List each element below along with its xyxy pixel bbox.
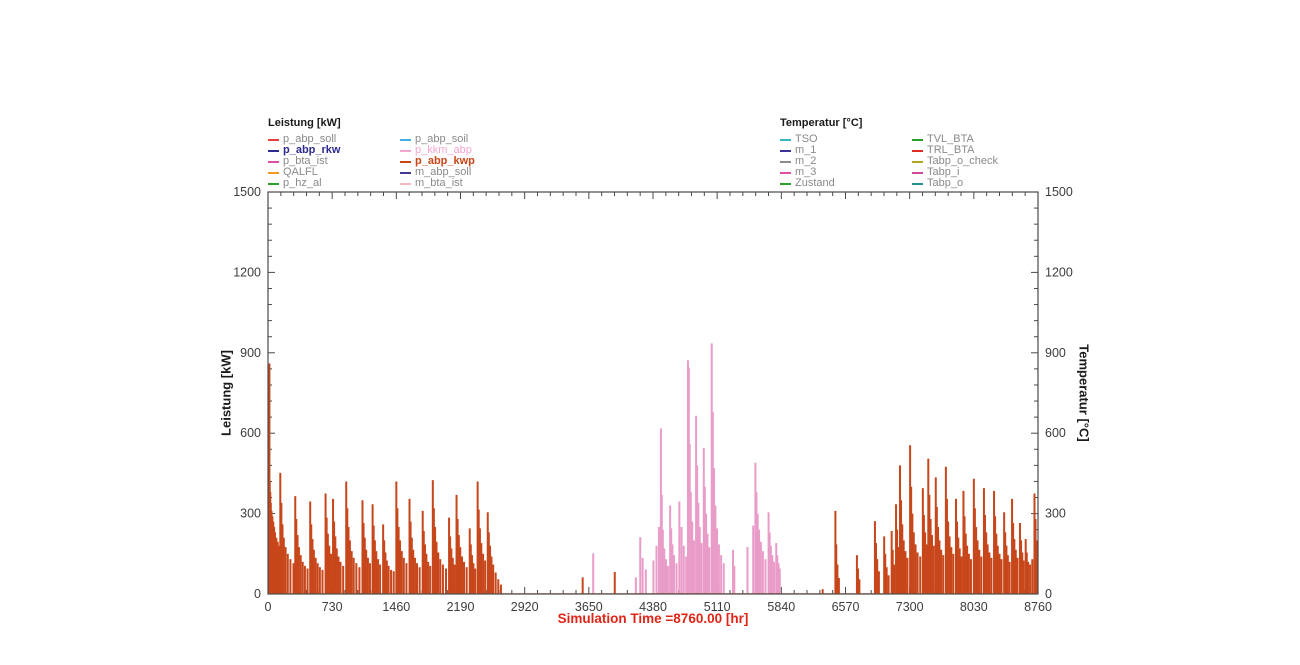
left-y-tick-label: 900 xyxy=(240,346,261,360)
right-y-tick-label: 1200 xyxy=(1045,265,1073,279)
series-group xyxy=(268,343,1038,594)
x-tick-label: 2190 xyxy=(447,600,475,614)
left-y-tick-label: 300 xyxy=(240,507,261,521)
x-tick-label: 7300 xyxy=(896,600,924,614)
right-y-tick-label: 1500 xyxy=(1045,185,1073,199)
right-y-tick-label: 900 xyxy=(1045,346,1066,360)
left-y-tick-label: 0 xyxy=(254,587,261,601)
right-y-tick-label: 0 xyxy=(1045,587,1052,601)
x-tick-label: 1460 xyxy=(382,600,410,614)
left-axis-title: Leistung [kW] xyxy=(219,350,234,436)
x-tick-label: 0 xyxy=(265,600,272,614)
left-y-tick-label: 600 xyxy=(240,426,261,440)
right-axis-title: Temperatur [°C] xyxy=(1077,344,1092,441)
left-y-tick-label: 1200 xyxy=(233,265,261,279)
x-tick-label: 8760 xyxy=(1024,600,1052,614)
simulation-plot-window: Leistung [kW] p_abp_sollp_abp_rkwp_bta_i… xyxy=(0,0,1300,665)
x-axis-title: Simulation Time =8760.00 [hr] xyxy=(558,611,749,626)
x-tick-label: 8030 xyxy=(960,600,988,614)
x-tick-label: 6570 xyxy=(832,600,860,614)
x-tick-label: 730 xyxy=(322,600,343,614)
left-y-tick-label: 1500 xyxy=(233,185,261,199)
chart-canvas: 0030030060060090090012001200150015000730… xyxy=(0,0,1300,665)
x-tick-label: 2920 xyxy=(511,600,539,614)
right-y-tick-label: 600 xyxy=(1045,426,1066,440)
right-y-tick-label: 300 xyxy=(1045,507,1066,521)
x-tick-label: 5840 xyxy=(767,600,795,614)
